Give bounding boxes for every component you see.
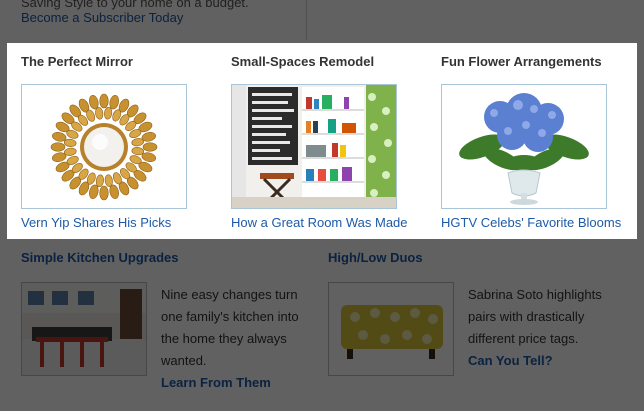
- description-line: the home they always: [161, 331, 287, 346]
- duos-description: Sabrina Soto highlights pairs with drast…: [468, 284, 602, 372]
- feature-title-remodel[interactable]: Small-Spaces Remodel: [231, 54, 374, 69]
- mirror-petal: [99, 185, 109, 201]
- description-line: one family's kitchen into: [161, 309, 299, 324]
- mirror-petal: [142, 142, 158, 152]
- mirror-petal: [50, 142, 66, 152]
- kitchen-upgrades-title[interactable]: Simple Kitchen Upgrades: [21, 250, 178, 265]
- description-line: different price tags.: [468, 331, 579, 346]
- description-line: Nine easy changes turn: [161, 287, 298, 302]
- mirror-petal: [99, 93, 109, 109]
- kitchen-image[interactable]: [21, 282, 147, 376]
- ottoman-image[interactable]: [328, 282, 454, 376]
- top-partial-text: Saving Style to your home on a budget.: [21, 0, 249, 10]
- description-line: pairs with drastically: [468, 309, 585, 324]
- feature-title-mirror[interactable]: The Perfect Mirror: [21, 54, 133, 69]
- featured-module: The Perfect Mirror Vern Yip Shares His P…: [7, 43, 637, 239]
- bookshelf-room-image[interactable]: [231, 84, 397, 209]
- can-you-tell-link[interactable]: Can You Tell?: [468, 350, 602, 372]
- high-low-duos-title[interactable]: High/Low Duos: [328, 250, 423, 265]
- feature-link-mirror[interactable]: Vern Yip Shares His Picks: [21, 215, 171, 230]
- column-divider: [306, 0, 307, 40]
- description-line: wanted.: [161, 353, 207, 368]
- kitchen-description: Nine easy changes turn one family's kitc…: [161, 284, 299, 394]
- feature-link-flowers[interactable]: HGTV Celebs' Favorite Blooms: [441, 215, 621, 230]
- hydrangea-vase-image[interactable]: [441, 84, 607, 209]
- learn-from-them-link[interactable]: Learn From Them: [161, 372, 299, 394]
- feature-link-remodel[interactable]: How a Great Room Was Made: [231, 215, 408, 230]
- description-line: Sabrina Soto highlights: [468, 287, 602, 302]
- sunburst-mirror-image[interactable]: [21, 84, 187, 209]
- subscribe-link[interactable]: Become a Subscriber Today: [21, 10, 183, 25]
- feature-title-flowers[interactable]: Fun Flower Arrangements: [441, 54, 602, 69]
